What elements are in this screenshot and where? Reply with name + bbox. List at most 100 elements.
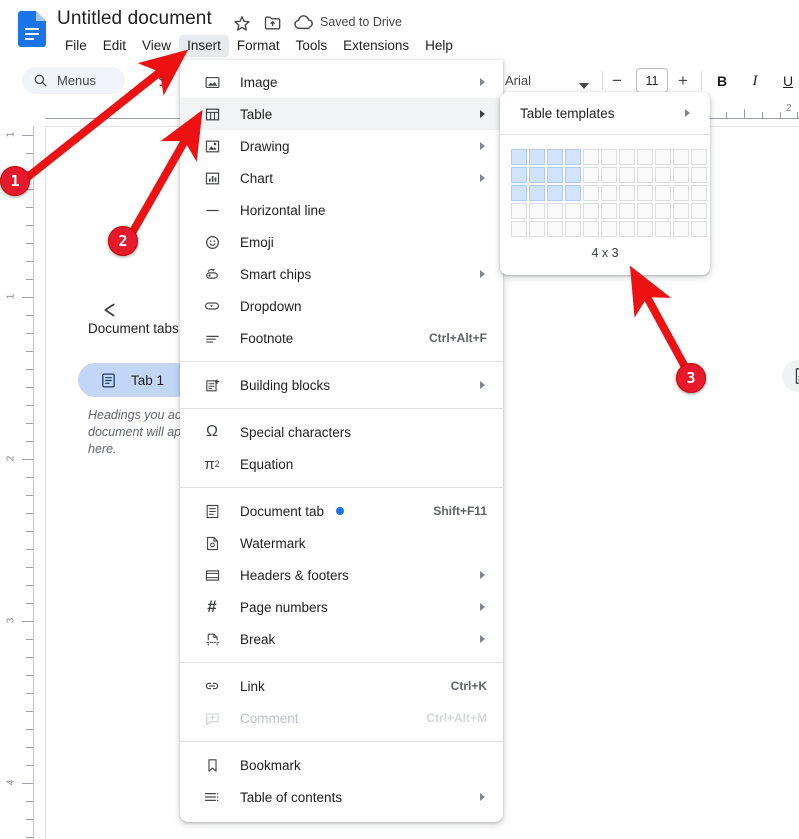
grid-cell-3-11[interactable]	[691, 185, 707, 201]
vertical-ruler[interactable]: 1 1 2 3 4	[0, 126, 45, 839]
grid-cell-4-8[interactable]	[637, 203, 653, 219]
grid-cell-2-5[interactable]	[583, 167, 599, 183]
grid-cell-4-1[interactable]	[511, 203, 527, 219]
cloud-saved-icon[interactable]	[293, 14, 315, 32]
italic-button[interactable]: I	[744, 70, 766, 92]
grid-cell-5-10[interactable]	[673, 221, 689, 237]
grid-cell-3-1[interactable]	[511, 185, 527, 201]
grid-cell-3-8[interactable]	[637, 185, 653, 201]
grid-cell-4-3[interactable]	[547, 203, 563, 219]
grid-cell-2-10[interactable]	[673, 167, 689, 183]
menu-format[interactable]: Format	[229, 35, 288, 57]
menu-item-special-characters[interactable]: Ω Special characters	[180, 416, 503, 448]
grid-cell-2-4[interactable]	[565, 167, 581, 183]
grid-cell-1-8[interactable]	[637, 149, 653, 165]
grid-cell-2-7[interactable]	[619, 167, 635, 183]
grid-cell-1-3[interactable]	[547, 149, 563, 165]
menu-extensions[interactable]: Extensions	[335, 35, 417, 57]
menu-item-image[interactable]: Image	[180, 66, 503, 98]
grid-cell-1-5[interactable]	[583, 149, 599, 165]
grid-cell-4-11[interactable]	[691, 203, 707, 219]
grid-cell-5-8[interactable]	[637, 221, 653, 237]
grid-cell-1-1[interactable]	[511, 149, 527, 165]
grid-cell-1-9[interactable]	[655, 149, 671, 165]
underline-button[interactable]: U	[777, 70, 799, 92]
grid-cell-2-3[interactable]	[547, 167, 563, 183]
menu-item-smart-chips[interactable]: Smart chips	[180, 258, 503, 290]
grid-cell-5-2[interactable]	[529, 221, 545, 237]
grid-cell-5-5[interactable]	[583, 221, 599, 237]
grid-cell-1-10[interactable]	[673, 149, 689, 165]
menu-item-equation[interactable]: π2 Equation	[180, 448, 503, 480]
menu-item-headers-footers[interactable]: Headers & footers	[180, 559, 503, 591]
grid-cell-1-7[interactable]	[619, 149, 635, 165]
menu-tools[interactable]: Tools	[288, 35, 336, 57]
menu-item-footnote[interactable]: Footnote Ctrl+Alt+F	[180, 322, 503, 354]
grid-cell-3-2[interactable]	[529, 185, 545, 201]
grid-cell-1-2[interactable]	[529, 149, 545, 165]
grid-cell-5-3[interactable]	[547, 221, 563, 237]
font-family-select[interactable]: Arial	[505, 68, 597, 93]
menu-item-horizontal-line[interactable]: Horizontal line	[180, 194, 503, 226]
menu-item-building-blocks[interactable]: Building blocks	[180, 369, 503, 401]
grid-cell-2-1[interactable]	[511, 167, 527, 183]
menu-item-dropdown[interactable]: Dropdown	[180, 290, 503, 322]
menu-item-link[interactable]: Link Ctrl+K	[180, 670, 503, 702]
menu-item-break[interactable]: Break	[180, 623, 503, 655]
grid-cell-3-10[interactable]	[673, 185, 689, 201]
font-size-input[interactable]: 11	[636, 68, 668, 93]
grid-cell-3-4[interactable]	[565, 185, 581, 201]
grid-cell-4-10[interactable]	[673, 203, 689, 219]
menu-help[interactable]: Help	[417, 35, 461, 57]
grid-cell-1-11[interactable]	[691, 149, 707, 165]
grid-cell-5-7[interactable]	[619, 221, 635, 237]
grid-cell-3-9[interactable]	[655, 185, 671, 201]
google-docs-logo[interactable]	[18, 11, 46, 47]
grid-cell-4-5[interactable]	[583, 203, 599, 219]
menu-item-document-tab[interactable]: Document tab Shift+F11	[180, 495, 503, 527]
menu-insert[interactable]: Insert	[179, 35, 229, 57]
grid-cell-1-4[interactable]	[565, 149, 581, 165]
grid-cell-2-8[interactable]	[637, 167, 653, 183]
menu-item-bookmark[interactable]: Bookmark	[180, 749, 503, 781]
move-to-folder-icon[interactable]	[263, 13, 283, 33]
table-size-grid[interactable]	[511, 149, 710, 238]
grid-cell-2-2[interactable]	[529, 167, 545, 183]
menu-view[interactable]: View	[134, 35, 179, 57]
grid-cell-5-6[interactable]	[601, 221, 617, 237]
grid-cell-2-9[interactable]	[655, 167, 671, 183]
menu-item-drawing[interactable]: Drawing	[180, 130, 503, 162]
grid-cell-5-11[interactable]	[691, 221, 707, 237]
menu-item-watermark[interactable]: Watermark	[180, 527, 503, 559]
undo-icon[interactable]	[153, 71, 172, 90]
menu-edit[interactable]: Edit	[95, 35, 134, 57]
menu-item-chart[interactable]: Chart	[180, 162, 503, 194]
menu-item-table-of-contents[interactable]: Table of contents	[180, 781, 503, 813]
grid-cell-3-7[interactable]	[619, 185, 635, 201]
menu-item-emoji[interactable]: Emoji	[180, 226, 503, 258]
grid-cell-4-9[interactable]	[655, 203, 671, 219]
grid-cell-4-4[interactable]	[565, 203, 581, 219]
grid-cell-5-4[interactable]	[565, 221, 581, 237]
grid-cell-4-7[interactable]	[619, 203, 635, 219]
grid-cell-5-9[interactable]	[655, 221, 671, 237]
grid-cell-1-6[interactable]	[601, 149, 617, 165]
menu-item-page-numbers[interactable]: # Page numbers	[180, 591, 503, 623]
grid-cell-2-11[interactable]	[691, 167, 707, 183]
grid-cell-3-5[interactable]	[583, 185, 599, 201]
grid-cell-3-6[interactable]	[601, 185, 617, 201]
bold-button[interactable]: B	[711, 70, 733, 92]
star-icon[interactable]	[232, 13, 252, 33]
grid-cell-4-6[interactable]	[601, 203, 617, 219]
menu-item-table[interactable]: Table	[180, 98, 503, 130]
collapse-arrow-icon[interactable]	[98, 299, 120, 321]
grid-cell-3-3[interactable]	[547, 185, 563, 201]
grid-cell-4-2[interactable]	[529, 203, 545, 219]
increase-font-size-button[interactable]: +	[678, 71, 688, 90]
grid-cell-5-1[interactable]	[511, 221, 527, 237]
document-title[interactable]: Untitled document	[57, 8, 212, 30]
grid-cell-2-6[interactable]	[601, 167, 617, 183]
decrease-font-size-button[interactable]: −	[612, 72, 622, 89]
table-templates-item[interactable]: Table templates	[500, 97, 710, 129]
menu-file[interactable]: File	[57, 35, 95, 57]
